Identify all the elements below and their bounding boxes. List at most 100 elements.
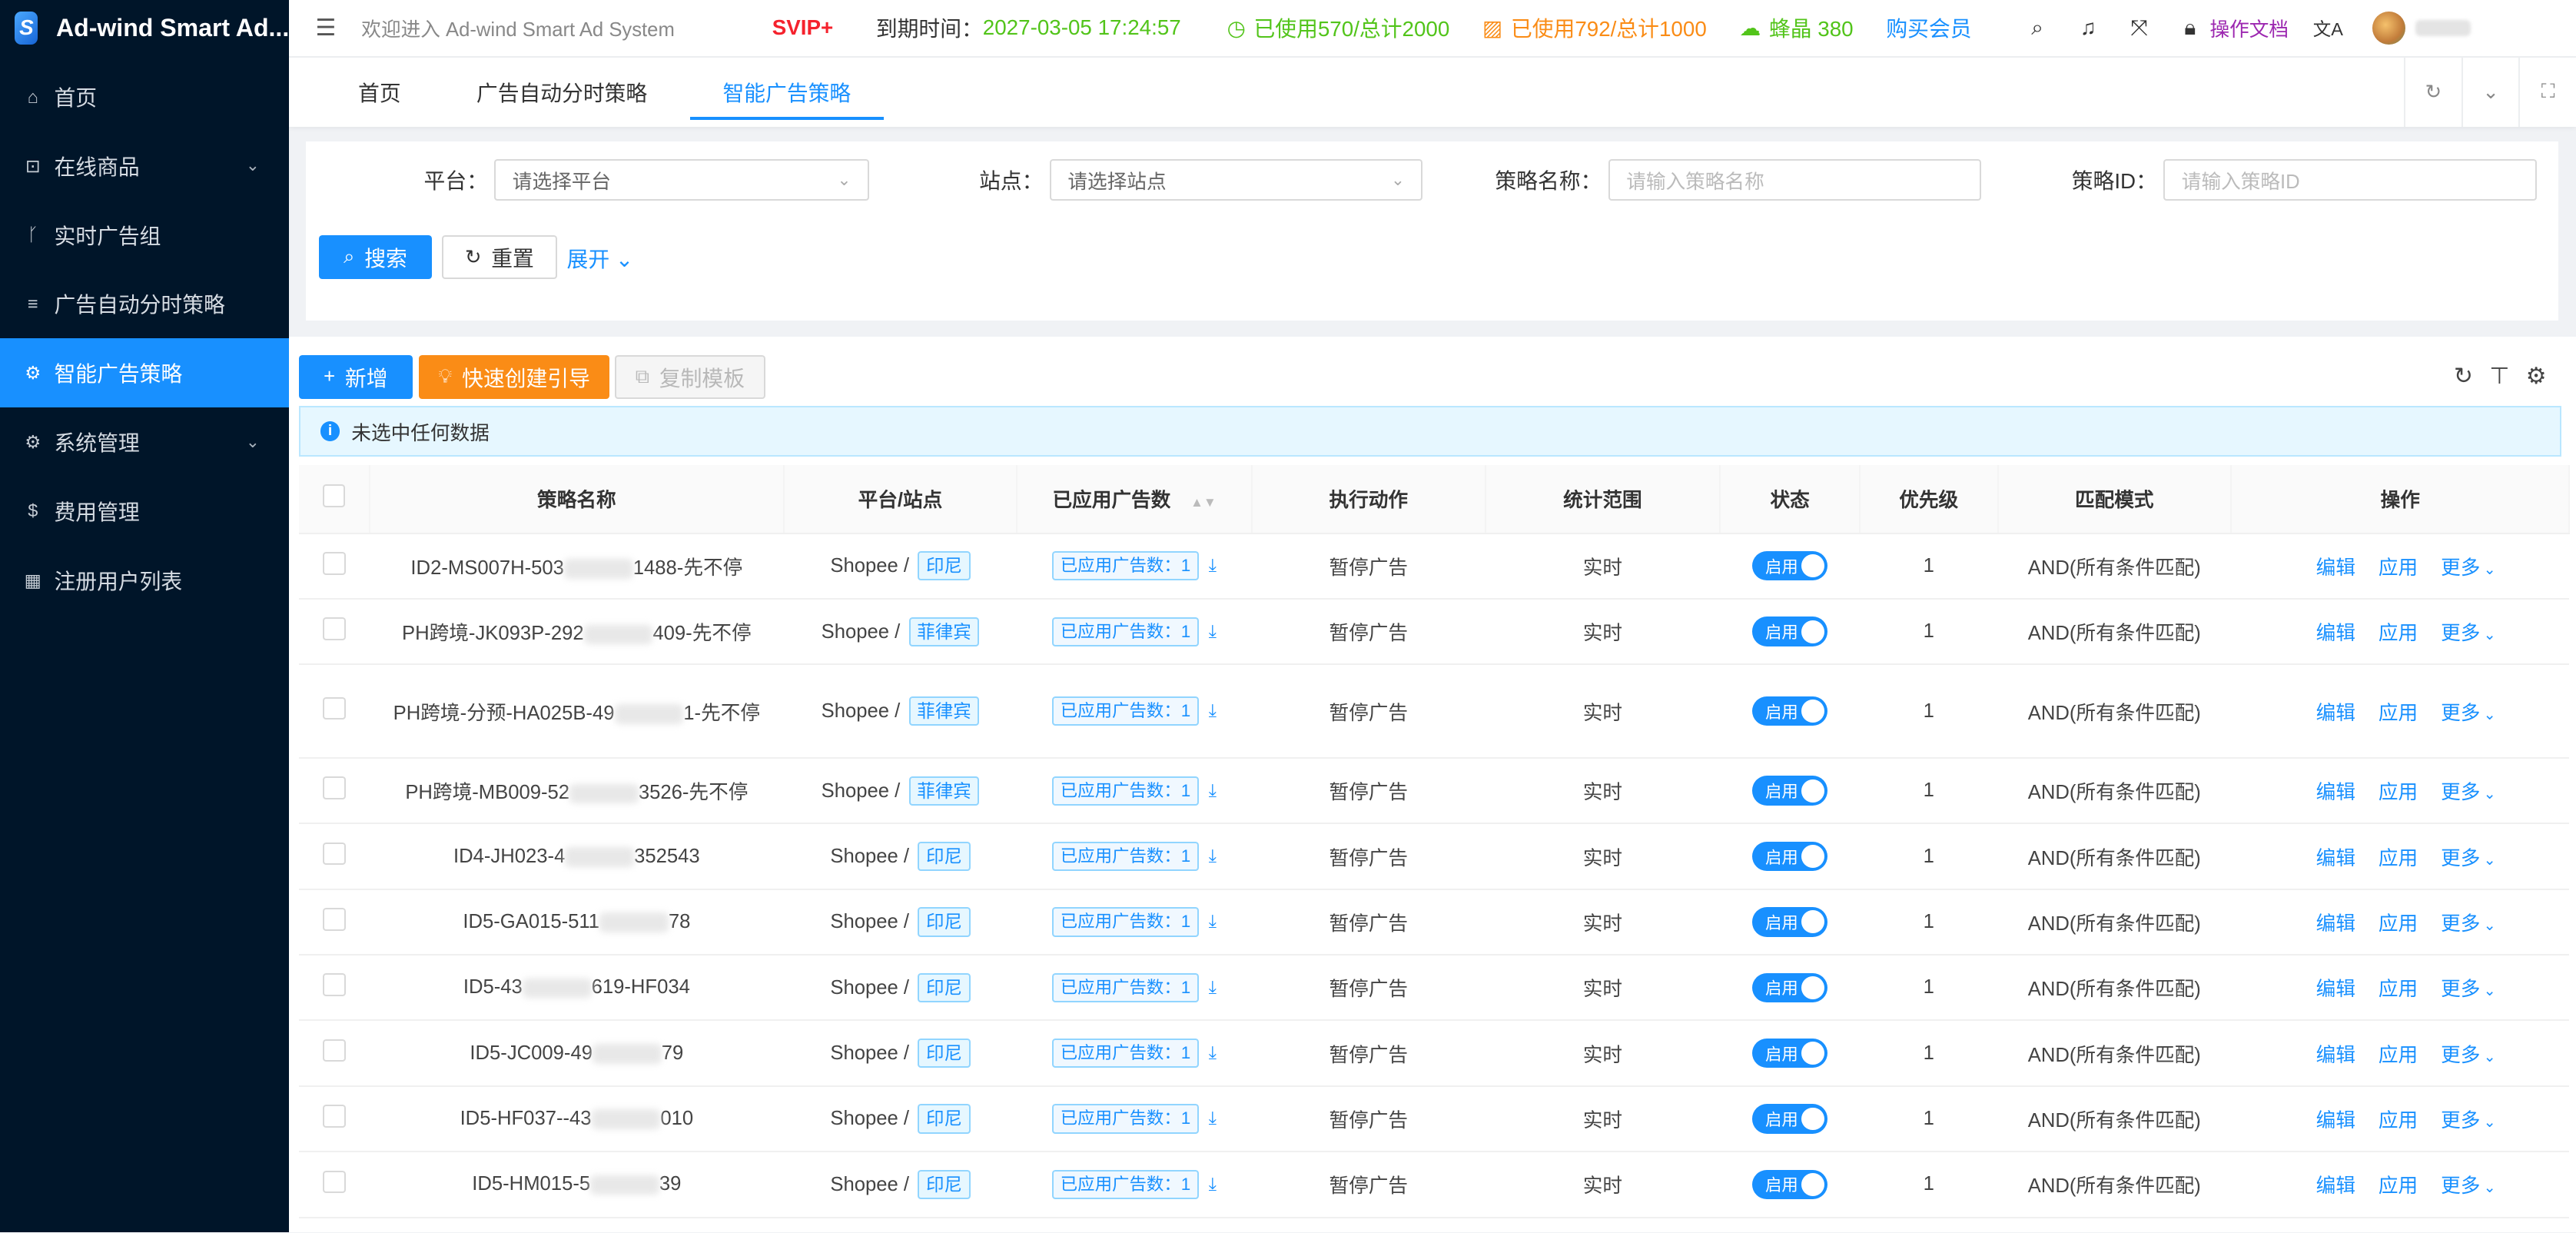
row-checkbox[interactable]	[323, 908, 346, 931]
apply-link[interactable]: 应用	[2378, 1175, 2418, 1197]
quick-create-guide-button[interactable]: 💡︎ 快速创建引导	[419, 354, 610, 400]
applied-ads-tag[interactable]: 已应用广告数：1	[1052, 776, 1199, 806]
sidebar-item-0[interactable]: ⌂ 首页	[0, 62, 289, 131]
menu-fold-icon[interactable]: ☰	[315, 15, 338, 42]
download-icon[interactable]: ⤓	[1209, 621, 1217, 641]
edit-link[interactable]: 编辑	[2316, 913, 2355, 935]
status-switch[interactable]: 启用	[1751, 1038, 1828, 1068]
more-dropdown[interactable]: 更多 ⌄	[2441, 848, 2496, 869]
download-icon[interactable]: ⤓	[1209, 780, 1217, 800]
status-switch[interactable]: 启用	[1751, 972, 1828, 1002]
edit-link[interactable]: 编辑	[2316, 623, 2355, 644]
translate-icon[interactable]: 文A	[2312, 15, 2345, 41]
apply-link[interactable]: 应用	[2378, 703, 2418, 724]
row-checkbox[interactable]	[323, 842, 346, 866]
more-dropdown[interactable]: 更多 ⌄	[2441, 1175, 2496, 1197]
reset-button[interactable]: ↻ 重置	[442, 234, 557, 280]
more-dropdown[interactable]: 更多 ⌄	[2441, 913, 2496, 935]
search-icon[interactable]: ⌕	[2021, 15, 2054, 41]
status-switch[interactable]: 启用	[1751, 1169, 1828, 1200]
copy-template-button[interactable]: ⧉ 复制模板	[614, 354, 766, 400]
status-switch[interactable]: 启用	[1751, 1104, 1828, 1134]
more-dropdown[interactable]: 更多 ⌄	[2441, 557, 2496, 579]
applied-ads-tag[interactable]: 已应用广告数：1	[1052, 551, 1199, 581]
edit-link[interactable]: 编辑	[2316, 1110, 2355, 1132]
applied-ads-tag[interactable]: 已应用广告数：1	[1052, 616, 1199, 646]
row-checkbox[interactable]	[323, 1105, 346, 1128]
row-checkbox[interactable]	[323, 973, 346, 997]
strategy-name-input[interactable]: 请输入策略名称	[1608, 159, 1982, 201]
sidebar-item-4[interactable]: ⚙ 智能广告策略	[0, 338, 290, 408]
platform-select[interactable]: 请选择平台 ⌄	[494, 159, 869, 201]
apply-link[interactable]: 应用	[2378, 557, 2418, 579]
edit-link[interactable]: 编辑	[2316, 979, 2355, 1000]
applied-ads-tag[interactable]: 已应用广告数：1	[1052, 1039, 1199, 1068]
select-all-checkbox[interactable]	[322, 484, 346, 508]
status-switch[interactable]: 启用	[1751, 907, 1828, 937]
apply-link[interactable]: 应用	[2378, 848, 2418, 869]
add-button[interactable]: + 新增	[299, 354, 413, 400]
apply-link[interactable]: 应用	[2378, 979, 2418, 1000]
download-icon[interactable]: ⤓	[1209, 1042, 1217, 1062]
row-checkbox[interactable]	[323, 1170, 346, 1194]
username-blurred[interactable]	[2415, 19, 2471, 37]
applied-ads-tag[interactable]: 已应用广告数：1	[1052, 841, 1199, 872]
edit-link[interactable]: 编辑	[2316, 782, 2355, 803]
edit-link[interactable]: 编辑	[2316, 848, 2355, 869]
sidebar-item-7[interactable]: ▦ 注册用户列表	[0, 546, 289, 615]
expand-toggle[interactable]: 展开 ⌄	[567, 243, 634, 274]
edit-link[interactable]: 编辑	[2316, 557, 2355, 579]
apply-link[interactable]: 应用	[2378, 1110, 2418, 1132]
download-icon[interactable]: ⤓	[1209, 1174, 1217, 1194]
applied-ads-tag[interactable]: 已应用广告数：1	[1052, 1169, 1199, 1199]
applied-ads-tag[interactable]: 已应用广告数：1	[1052, 907, 1199, 937]
strategy-id-input[interactable]: 请输入策略ID	[2163, 159, 2537, 201]
more-dropdown[interactable]: 更多 ⌄	[2441, 623, 2496, 644]
column-height-icon[interactable]: ⊤	[2489, 363, 2509, 390]
more-dropdown[interactable]: 更多 ⌄	[2441, 1045, 2496, 1066]
settings-icon[interactable]: ⚙	[2526, 363, 2547, 390]
more-dropdown[interactable]: 更多 ⌄	[2441, 979, 2496, 1000]
site-select[interactable]: 请选择站点 ⌄	[1050, 159, 1423, 201]
sidebar-item-5[interactable]: ⚙ 系统管理 ⌄	[0, 407, 289, 477]
row-checkbox[interactable]	[323, 696, 346, 720]
download-icon[interactable]: ⤓	[1209, 555, 1217, 575]
more-dropdown[interactable]: 更多 ⌄	[2441, 703, 2496, 724]
search-button[interactable]: ⌕ 搜索	[318, 234, 433, 280]
apply-link[interactable]: 应用	[2378, 623, 2418, 644]
avatar[interactable]	[2372, 11, 2405, 45]
more-dropdown[interactable]: 更多 ⌄	[2441, 1110, 2496, 1132]
edit-link[interactable]: 编辑	[2316, 703, 2355, 724]
apply-link[interactable]: 应用	[2378, 913, 2418, 935]
refresh-icon[interactable]: ↻	[2454, 363, 2473, 390]
status-switch[interactable]: 启用	[1751, 551, 1828, 581]
status-switch[interactable]: 启用	[1751, 841, 1828, 872]
download-icon[interactable]: ⤓	[1209, 911, 1217, 931]
download-icon[interactable]: ⤓	[1209, 700, 1217, 720]
tab-0[interactable]: 首页	[325, 58, 433, 127]
sidebar-item-6[interactable]: $ 费用管理	[0, 477, 289, 546]
fullscreen-icon[interactable]: ⤧	[2123, 15, 2156, 41]
sort-icon[interactable]: ▲▼	[1190, 495, 1217, 510]
applied-ads-tag[interactable]: 已应用广告数：1	[1052, 1104, 1199, 1134]
apply-link[interactable]: 应用	[2378, 782, 2418, 803]
header-applied-ads[interactable]: 已应用广告数 ▲▼	[1017, 464, 1253, 534]
expand-icon[interactable]: ⛶	[2518, 57, 2576, 127]
applied-ads-tag[interactable]: 已应用广告数：1	[1052, 696, 1199, 726]
status-switch[interactable]: 启用	[1751, 776, 1828, 806]
status-switch[interactable]: 启用	[1751, 696, 1828, 726]
download-icon[interactable]: ⤓	[1209, 1108, 1217, 1128]
applied-ads-tag[interactable]: 已应用广告数：1	[1052, 972, 1199, 1002]
status-switch[interactable]: 启用	[1751, 616, 1828, 646]
row-checkbox[interactable]	[323, 776, 346, 799]
refresh-icon[interactable]: ↻	[2404, 57, 2461, 127]
chevron-down-icon[interactable]: ⌄	[2461, 57, 2519, 127]
row-checkbox[interactable]	[323, 617, 346, 640]
sidebar-item-3[interactable]: ≡ 广告自动分时策略	[0, 270, 289, 339]
row-checkbox[interactable]	[323, 1039, 346, 1062]
row-checkbox[interactable]	[323, 551, 346, 575]
bell-icon[interactable]: ♫	[2072, 15, 2105, 40]
download-icon[interactable]: ⤓	[1209, 846, 1217, 866]
docs-link[interactable]: 操作文档	[2209, 14, 2289, 42]
buy-membership-link[interactable]: 购买会员	[1886, 12, 1971, 43]
